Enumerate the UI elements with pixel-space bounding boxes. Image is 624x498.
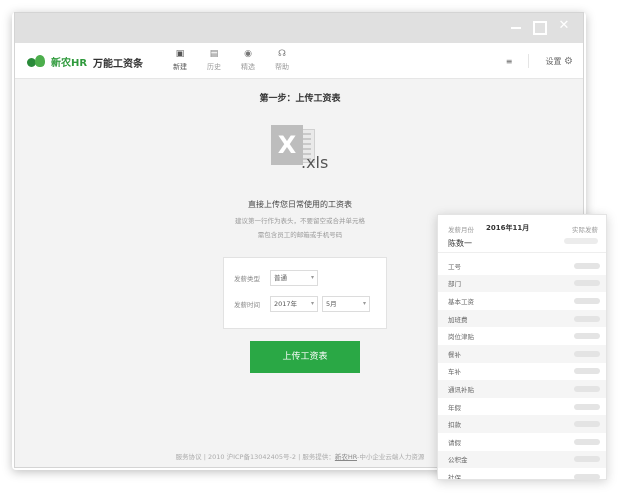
- payslip-preview-card: 发薪月份 2016年11月 实际发薪 陈数一 工号 部门 基本工资 加班费 岗位…: [437, 214, 607, 480]
- list-item: 公积金: [438, 450, 606, 469]
- list-item: 请假: [438, 433, 606, 451]
- minimize-icon[interactable]: [509, 19, 523, 33]
- main-nav: ▣ 新建 ▤ 历史 ◉ 精选 ☊ 帮助: [165, 47, 297, 72]
- excel-letter: X: [271, 125, 303, 165]
- logo-icon: [27, 54, 49, 69]
- payslip-fields: 工号 部门 基本工资 加班费 岗位津贴 餐补 车补 通讯补贴 年假 扣款 请假 …: [438, 257, 606, 479]
- chevron-down-icon: ▾: [310, 300, 314, 307]
- pay-type-row: 发薪类型 普通 ▾: [234, 270, 322, 286]
- list-item: 车补: [438, 363, 606, 381]
- settings-button[interactable]: 设置 ⚙: [545, 56, 573, 67]
- month-select[interactable]: 5月 ▾: [322, 296, 370, 312]
- list-item: 通讯补贴: [438, 380, 606, 398]
- nav-label: 历史: [207, 63, 221, 71]
- title-bar[interactable]: ✕: [15, 13, 583, 43]
- window-controls: ✕: [509, 19, 571, 33]
- excel-file-icon: X .xls: [271, 125, 341, 181]
- brand-logo[interactable]: 新农HR: [27, 54, 87, 69]
- footer-link[interactable]: 新农HR: [335, 453, 357, 461]
- list-item: 加班费: [438, 309, 606, 328]
- payroll-form: 发薪类型 普通 ▾ 发薪时间 2017年 ▾ 5月 ▾: [223, 257, 387, 329]
- gear-icon: ⚙: [564, 55, 573, 67]
- logo-text: 新农HR: [51, 58, 88, 69]
- period-value: 2016年11月: [486, 224, 530, 232]
- list-item: 扣款: [438, 415, 606, 433]
- nav-item-featured[interactable]: ◉ 精选: [233, 47, 263, 72]
- chevron-down-icon: ▾: [362, 300, 366, 307]
- menu-icon[interactable]: ≡: [506, 57, 513, 66]
- toolbar: 新农HR 万能工资条 ▣ 新建 ▤ 历史 ◉ 精选 ☊ 帮助 ≡ 设置 ⚙: [15, 43, 583, 79]
- chevron-down-icon: ▾: [310, 274, 314, 281]
- pay-type-select[interactable]: 普通 ▾: [270, 270, 318, 286]
- maximize-icon[interactable]: [533, 19, 547, 33]
- upload-description: 直接上传您日常使用的工资表: [248, 200, 352, 209]
- list-item: 工号: [438, 257, 606, 275]
- app-name: 万能工资条: [93, 59, 143, 70]
- upload-payroll-button[interactable]: 上传工资表: [250, 341, 360, 373]
- help-icon: ☊: [278, 49, 286, 59]
- list-item: 社保: [438, 468, 606, 479]
- pay-time-label: 发薪时间: [234, 301, 260, 309]
- nav-label: 新建: [173, 63, 187, 71]
- net-pay-label: 实际发薪: [572, 226, 598, 234]
- nav-item-help[interactable]: ☊ 帮助: [267, 47, 297, 72]
- toolbar-right: ≡ 设置 ⚙: [506, 54, 573, 68]
- nav-label: 精选: [241, 63, 255, 71]
- footer-text-end: -中小企业云端人力资源: [356, 453, 425, 461]
- footer-text: 服务协议 | 2010 沪ICP备13042405号-2 | 服务提供：: [175, 453, 335, 461]
- step-title: 第一步：上传工资表: [259, 94, 341, 104]
- featured-icon: ◉: [244, 49, 252, 59]
- toolbar-divider: [528, 54, 530, 68]
- new-icon: ▣: [175, 49, 185, 59]
- period-label: 发薪月份: [448, 226, 474, 234]
- payslip-header: 发薪月份 2016年11月 实际发薪 陈数一: [438, 215, 606, 253]
- net-pay-value: [564, 238, 598, 244]
- list-item: 年假: [438, 398, 606, 416]
- list-item: 岗位津贴: [438, 327, 606, 345]
- nav-item-new[interactable]: ▣ 新建: [165, 47, 195, 72]
- nav-label: 帮助: [275, 63, 289, 71]
- history-icon: ▤: [209, 49, 219, 59]
- nav-item-history[interactable]: ▤ 历史: [199, 47, 229, 72]
- employee-name: 陈数一: [448, 239, 472, 248]
- settings-label: 设置: [545, 56, 562, 66]
- list-item: 部门: [438, 274, 606, 293]
- pay-type-label: 发薪类型: [234, 275, 260, 283]
- year-select[interactable]: 2017年 ▾: [270, 296, 318, 312]
- list-item: 基本工资: [438, 292, 606, 310]
- close-icon[interactable]: ✕: [557, 19, 571, 33]
- pay-time-row: 发薪时间 2017年 ▾ 5月 ▾: [234, 296, 374, 312]
- file-extension: .xls: [301, 153, 329, 172]
- list-item: 餐补: [438, 344, 606, 363]
